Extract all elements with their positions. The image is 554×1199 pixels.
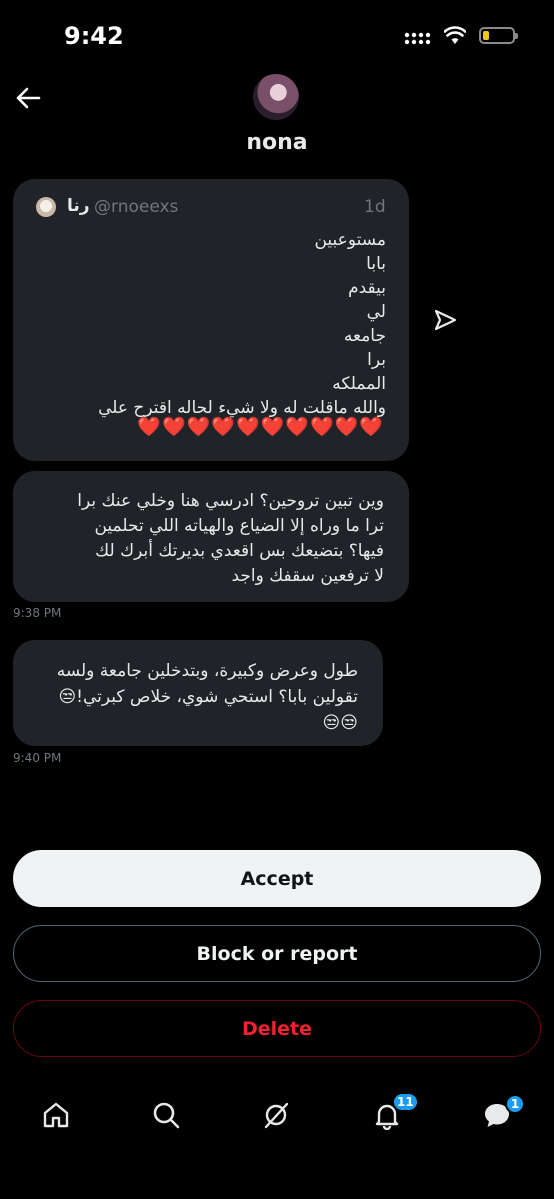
messages-badge: 1 [505, 1094, 525, 1114]
quoted-line: بابا [366, 254, 386, 274]
conversation-name[interactable]: nona [0, 130, 554, 155]
wifi-icon [444, 26, 466, 44]
message-timestamp: 9:38 PM [13, 606, 62, 620]
back-arrow-icon[interactable] [14, 84, 42, 112]
quoted-author-handle: @rnoeexs [94, 197, 179, 217]
home-icon[interactable] [41, 1100, 71, 1130]
quoted-tweet-text: مستوعبين بابا بيقدم لي جامعه برا المملكه… [98, 228, 386, 420]
quoted-line: برا [367, 350, 386, 370]
quoted-author-avatar [36, 197, 56, 217]
quoted-author-name: رنا [67, 196, 90, 216]
search-icon[interactable] [151, 1100, 181, 1130]
quoted-tweet-age: 1d [364, 197, 386, 217]
message-timestamp: 9:40 PM [13, 751, 62, 765]
cellular-signal-icon [404, 32, 431, 45]
quoted-line: لي [366, 302, 386, 322]
quoted-line: جامعه [343, 326, 386, 346]
message-text: طول وعرض وكبيرة، وبتدخلين جامعة ولسه تقو… [56, 661, 358, 733]
message-text: وين تبين تروحين؟ ادرسي هنا وخلي عنك برا … [77, 491, 384, 586]
notifications-badge: 11 [392, 1092, 419, 1112]
avatar[interactable] [253, 74, 299, 120]
battery-icon [479, 27, 518, 44]
status-time: 9:42 [64, 22, 124, 50]
quoted-line: بيقدم [348, 278, 386, 298]
bottom-navigation: 11 1 [0, 1090, 554, 1140]
block-or-report-button[interactable]: Block or report [13, 925, 541, 982]
quoted-line: المملكه [332, 374, 386, 394]
quoted-hearts: ❤️❤️❤️❤️❤️❤️❤️❤️❤️❤️ [137, 416, 384, 438]
quoted-line: مستوعبين [314, 230, 386, 250]
accept-button[interactable]: Accept [13, 850, 541, 907]
share-icon[interactable] [432, 307, 458, 333]
delete-button[interactable]: Delete [13, 1000, 541, 1057]
grok-icon[interactable] [261, 1100, 291, 1130]
